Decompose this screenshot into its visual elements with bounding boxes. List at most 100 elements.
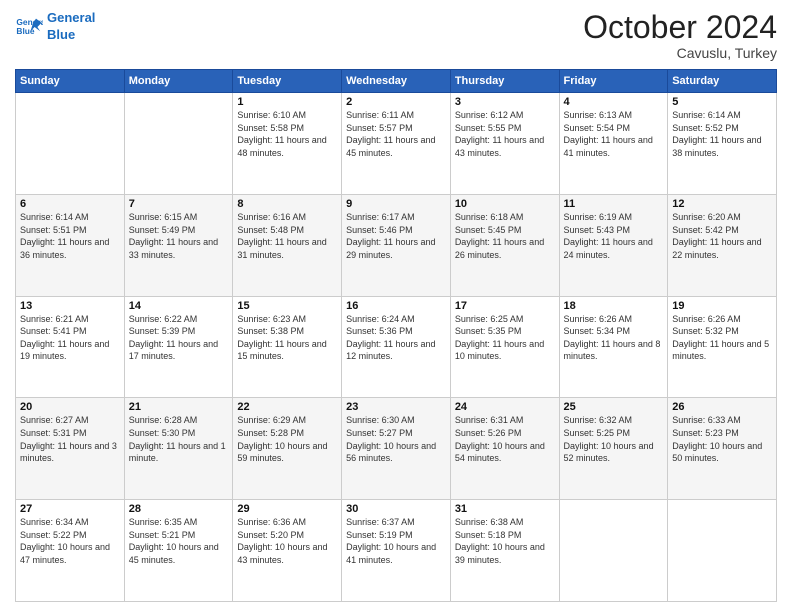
daylight-label: Daylight: 11 hours and 41 minutes. xyxy=(564,135,653,158)
calendar-header-sunday: Sunday xyxy=(16,70,125,93)
day-number: 7 xyxy=(129,198,229,210)
day-number: 9 xyxy=(346,198,446,210)
day-info: Sunrise: 6:22 AM Sunset: 5:39 PM Dayligh… xyxy=(129,313,229,363)
day-info: Sunrise: 6:26 AM Sunset: 5:34 PM Dayligh… xyxy=(564,313,664,363)
day-number: 19 xyxy=(672,300,772,312)
calendar-cell: 18 Sunrise: 6:26 AM Sunset: 5:34 PM Dayl… xyxy=(559,296,668,398)
calendar-cell: 7 Sunrise: 6:15 AM Sunset: 5:49 PM Dayli… xyxy=(124,194,233,296)
sunrise-label: Sunrise: 6:14 AM xyxy=(20,212,89,222)
day-number: 31 xyxy=(455,503,555,515)
sunset-label: Sunset: 5:21 PM xyxy=(129,530,196,540)
sunset-label: Sunset: 5:30 PM xyxy=(129,428,196,438)
day-number: 25 xyxy=(564,401,664,413)
day-info: Sunrise: 6:25 AM Sunset: 5:35 PM Dayligh… xyxy=(455,313,555,363)
day-info: Sunrise: 6:28 AM Sunset: 5:30 PM Dayligh… xyxy=(129,414,229,464)
sunset-label: Sunset: 5:32 PM xyxy=(672,326,739,336)
sunset-label: Sunset: 5:31 PM xyxy=(20,428,87,438)
sunrise-label: Sunrise: 6:13 AM xyxy=(564,110,633,120)
day-number: 30 xyxy=(346,503,446,515)
sunrise-label: Sunrise: 6:38 AM xyxy=(455,517,524,527)
logo-general: General xyxy=(47,10,95,27)
sunset-label: Sunset: 5:49 PM xyxy=(129,225,196,235)
day-info: Sunrise: 6:38 AM Sunset: 5:18 PM Dayligh… xyxy=(455,516,555,566)
day-info: Sunrise: 6:10 AM Sunset: 5:58 PM Dayligh… xyxy=(237,109,337,159)
day-info: Sunrise: 6:33 AM Sunset: 5:23 PM Dayligh… xyxy=(672,414,772,464)
calendar-cell: 4 Sunrise: 6:13 AM Sunset: 5:54 PM Dayli… xyxy=(559,93,668,195)
day-info: Sunrise: 6:13 AM Sunset: 5:54 PM Dayligh… xyxy=(564,109,664,159)
sunset-label: Sunset: 5:26 PM xyxy=(455,428,522,438)
day-number: 24 xyxy=(455,401,555,413)
day-number: 29 xyxy=(237,503,337,515)
day-info: Sunrise: 6:15 AM Sunset: 5:49 PM Dayligh… xyxy=(129,211,229,261)
day-info: Sunrise: 6:23 AM Sunset: 5:38 PM Dayligh… xyxy=(237,313,337,363)
sunrise-label: Sunrise: 6:34 AM xyxy=(20,517,89,527)
sunrise-label: Sunrise: 6:27 AM xyxy=(20,415,89,425)
day-number: 20 xyxy=(20,401,120,413)
sunset-label: Sunset: 5:22 PM xyxy=(20,530,87,540)
logo: General Blue General Blue xyxy=(15,10,95,44)
sunrise-label: Sunrise: 6:20 AM xyxy=(672,212,741,222)
daylight-label: Daylight: 11 hours and 29 minutes. xyxy=(346,237,435,260)
sunset-label: Sunset: 5:39 PM xyxy=(129,326,196,336)
sunrise-label: Sunrise: 6:26 AM xyxy=(672,314,741,324)
daylight-label: Daylight: 11 hours and 3 minutes. xyxy=(20,441,117,464)
sunset-label: Sunset: 5:54 PM xyxy=(564,123,631,133)
sunrise-label: Sunrise: 6:11 AM xyxy=(346,110,414,120)
day-number: 4 xyxy=(564,96,664,108)
day-number: 18 xyxy=(564,300,664,312)
calendar-week-3: 13 Sunrise: 6:21 AM Sunset: 5:41 PM Dayl… xyxy=(16,296,777,398)
sunrise-label: Sunrise: 6:16 AM xyxy=(237,212,306,222)
calendar-cell: 22 Sunrise: 6:29 AM Sunset: 5:28 PM Dayl… xyxy=(233,398,342,500)
day-info: Sunrise: 6:14 AM Sunset: 5:51 PM Dayligh… xyxy=(20,211,120,261)
day-info: Sunrise: 6:19 AM Sunset: 5:43 PM Dayligh… xyxy=(564,211,664,261)
calendar-cell: 14 Sunrise: 6:22 AM Sunset: 5:39 PM Dayl… xyxy=(124,296,233,398)
sunrise-label: Sunrise: 6:15 AM xyxy=(129,212,198,222)
day-number: 16 xyxy=(346,300,446,312)
sunset-label: Sunset: 5:41 PM xyxy=(20,326,87,336)
sunrise-label: Sunrise: 6:32 AM xyxy=(564,415,633,425)
daylight-label: Daylight: 10 hours and 47 minutes. xyxy=(20,542,110,565)
sunset-label: Sunset: 5:34 PM xyxy=(564,326,631,336)
day-info: Sunrise: 6:12 AM Sunset: 5:55 PM Dayligh… xyxy=(455,109,555,159)
day-info: Sunrise: 6:16 AM Sunset: 5:48 PM Dayligh… xyxy=(237,211,337,261)
sunrise-label: Sunrise: 6:30 AM xyxy=(346,415,415,425)
daylight-label: Daylight: 11 hours and 8 minutes. xyxy=(564,339,661,362)
calendar-week-1: 1 Sunrise: 6:10 AM Sunset: 5:58 PM Dayli… xyxy=(16,93,777,195)
calendar-cell: 2 Sunrise: 6:11 AM Sunset: 5:57 PM Dayli… xyxy=(342,93,451,195)
day-number: 14 xyxy=(129,300,229,312)
day-info: Sunrise: 6:18 AM Sunset: 5:45 PM Dayligh… xyxy=(455,211,555,261)
day-info: Sunrise: 6:27 AM Sunset: 5:31 PM Dayligh… xyxy=(20,414,120,464)
daylight-label: Daylight: 10 hours and 59 minutes. xyxy=(237,441,327,464)
calendar-header-wednesday: Wednesday xyxy=(342,70,451,93)
sunset-label: Sunset: 5:46 PM xyxy=(346,225,413,235)
sunrise-label: Sunrise: 6:35 AM xyxy=(129,517,198,527)
calendar-cell: 31 Sunrise: 6:38 AM Sunset: 5:18 PM Dayl… xyxy=(450,500,559,602)
daylight-label: Daylight: 10 hours and 50 minutes. xyxy=(672,441,762,464)
sunset-label: Sunset: 5:18 PM xyxy=(455,530,522,540)
daylight-label: Daylight: 10 hours and 56 minutes. xyxy=(346,441,436,464)
sunrise-label: Sunrise: 6:37 AM xyxy=(346,517,415,527)
daylight-label: Daylight: 11 hours and 38 minutes. xyxy=(672,135,761,158)
sunset-label: Sunset: 5:43 PM xyxy=(564,225,631,235)
month-title: October 2024 xyxy=(583,10,777,45)
daylight-label: Daylight: 11 hours and 17 minutes. xyxy=(129,339,218,362)
logo-blue: Blue xyxy=(47,27,95,44)
calendar-cell: 1 Sunrise: 6:10 AM Sunset: 5:58 PM Dayli… xyxy=(233,93,342,195)
day-info: Sunrise: 6:20 AM Sunset: 5:42 PM Dayligh… xyxy=(672,211,772,261)
daylight-label: Daylight: 11 hours and 45 minutes. xyxy=(346,135,435,158)
calendar-cell: 16 Sunrise: 6:24 AM Sunset: 5:36 PM Dayl… xyxy=(342,296,451,398)
calendar-cell: 25 Sunrise: 6:32 AM Sunset: 5:25 PM Dayl… xyxy=(559,398,668,500)
calendar-cell: 26 Sunrise: 6:33 AM Sunset: 5:23 PM Dayl… xyxy=(668,398,777,500)
header: General Blue General Blue October 2024 C… xyxy=(15,10,777,61)
sunset-label: Sunset: 5:23 PM xyxy=(672,428,739,438)
calendar-cell: 21 Sunrise: 6:28 AM Sunset: 5:30 PM Dayl… xyxy=(124,398,233,500)
sunset-label: Sunset: 5:57 PM xyxy=(346,123,413,133)
daylight-label: Daylight: 10 hours and 43 minutes. xyxy=(237,542,327,565)
calendar-cell: 12 Sunrise: 6:20 AM Sunset: 5:42 PM Dayl… xyxy=(668,194,777,296)
calendar-cell: 5 Sunrise: 6:14 AM Sunset: 5:52 PM Dayli… xyxy=(668,93,777,195)
day-number: 1 xyxy=(237,96,337,108)
sunset-label: Sunset: 5:36 PM xyxy=(346,326,413,336)
sunrise-label: Sunrise: 6:10 AM xyxy=(237,110,306,120)
day-number: 21 xyxy=(129,401,229,413)
daylight-label: Daylight: 10 hours and 45 minutes. xyxy=(129,542,219,565)
